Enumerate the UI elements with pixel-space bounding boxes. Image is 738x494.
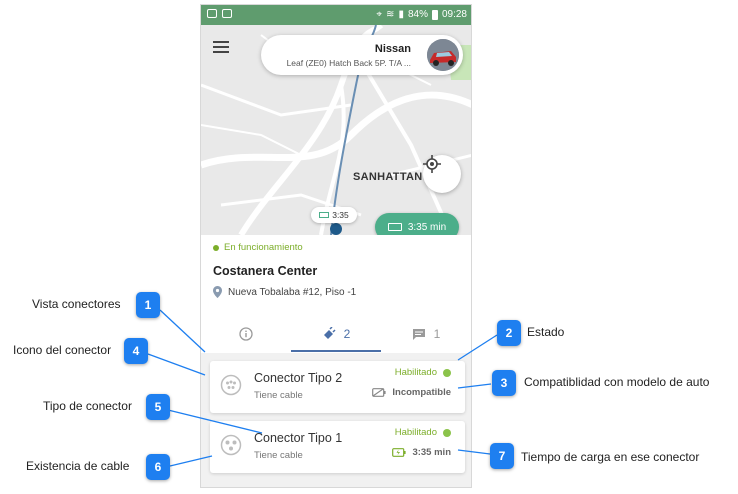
- annotation-label-6: Existencia de cable: [26, 459, 130, 473]
- annotation-label-5: Tipo de conector: [43, 399, 132, 413]
- annotation-label-2: Estado: [527, 325, 565, 339]
- annotation-badge-1: 1: [136, 292, 160, 318]
- annotation-leaders: [147, 309, 498, 467]
- annotation-badge-3: 3: [492, 370, 516, 396]
- annotation-label-4: Icono del conector: [13, 343, 112, 357]
- annotation-label-3: Compatiblidad con modelo de auto: [524, 375, 710, 389]
- annotation-badge-6: 6: [146, 454, 170, 480]
- annotation-label-7: Tiempo de carga en ese conector: [521, 450, 700, 464]
- annotation-badge-7: 7: [490, 443, 514, 469]
- annotation-badge-2: 2: [497, 320, 521, 346]
- annotation-badge-4: 4: [124, 338, 148, 364]
- annotation-label-1: Vista conectores: [32, 297, 121, 311]
- annotated-screenshot: ⌖ ≋ ▮ 84% 09:28 Nissan Leaf (ZE0) Hatch …: [0, 0, 738, 494]
- annotation-badge-5: 5: [146, 394, 170, 420]
